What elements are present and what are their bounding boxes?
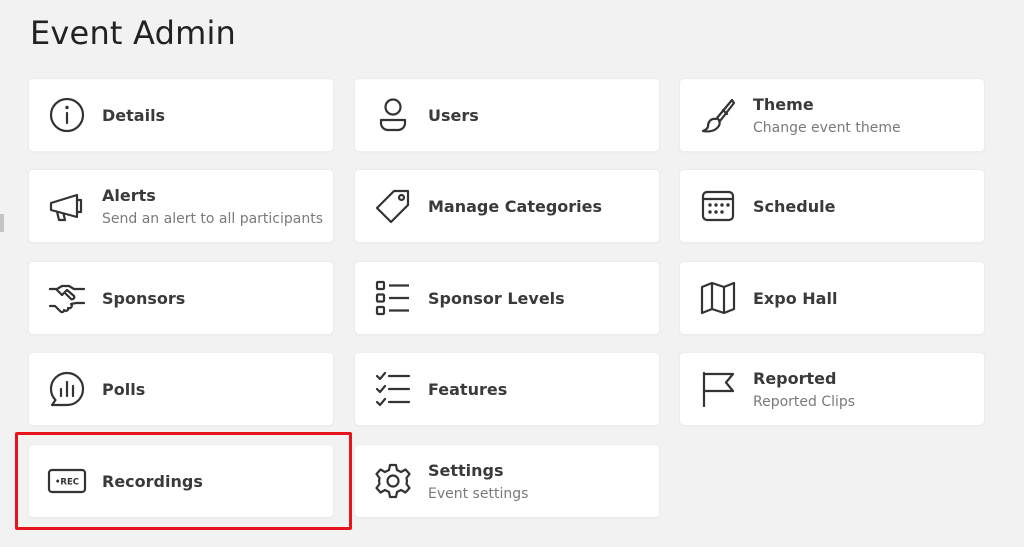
reported-card[interactable]: Reported Reported Clips	[680, 353, 984, 425]
sponsor-levels-card[interactable]: Sponsor Levels	[355, 262, 659, 334]
manage-categories-title: Manage Categories	[428, 196, 603, 216]
expo-hall-card[interactable]: Expo Hall	[680, 262, 984, 334]
alerts-subtitle: Send an alert to all participants	[102, 210, 324, 227]
theme-subtitle: Change event theme	[753, 119, 901, 136]
sponsors-title: Sponsors	[102, 288, 186, 308]
details-title: Details	[102, 105, 166, 125]
theme-title: Theme	[753, 94, 814, 114]
features-card[interactable]: Features	[355, 353, 659, 425]
alerts-card[interactable]: Alerts Send an alert to all participants	[29, 170, 333, 242]
polls-card[interactable]: Polls	[29, 353, 333, 425]
settings-subtitle: Event settings	[428, 485, 529, 502]
users-title: Users	[428, 105, 479, 125]
handshake-icon	[47, 278, 87, 318]
manage-categories-card[interactable]: Manage Categories	[355, 170, 659, 242]
tag-icon	[373, 186, 413, 226]
sponsor-levels-title: Sponsor Levels	[428, 288, 565, 308]
settings-card[interactable]: Settings Event settings	[355, 445, 659, 517]
users-card[interactable]: Users	[355, 79, 659, 151]
gear-icon	[373, 461, 413, 501]
alerts-title: Alerts	[102, 185, 156, 205]
sponsors-card[interactable]: Sponsors	[29, 262, 333, 334]
polls-title: Polls	[102, 379, 146, 399]
recordings-title: Recordings	[102, 471, 203, 491]
reported-subtitle: Reported Clips	[753, 393, 856, 410]
expo-hall-title: Expo Hall	[753, 288, 838, 308]
theme-card[interactable]: Theme Change event theme	[680, 79, 984, 151]
rec-icon-label: •REC	[55, 478, 79, 488]
page-title: Event Admin	[30, 14, 237, 52]
rec-icon: •REC	[47, 461, 87, 501]
paintbrush-icon	[698, 95, 738, 135]
recordings-card[interactable]: •REC Recordings	[29, 445, 333, 517]
schedule-card[interactable]: Schedule	[680, 170, 984, 242]
poll-chat-icon	[47, 369, 87, 409]
checklist-icon	[373, 369, 413, 409]
info-icon	[47, 95, 87, 135]
reported-title: Reported	[753, 368, 837, 388]
features-title: Features	[428, 379, 508, 399]
settings-title: Settings	[428, 460, 504, 480]
map-icon	[698, 278, 738, 318]
schedule-title: Schedule	[753, 196, 836, 216]
details-card[interactable]: Details	[29, 79, 333, 151]
list-icon	[373, 278, 413, 318]
calendar-icon	[698, 186, 738, 226]
user-icon	[373, 95, 413, 135]
flag-icon	[698, 369, 738, 409]
edge-scroll-marker	[0, 214, 4, 232]
megaphone-icon	[47, 186, 87, 226]
